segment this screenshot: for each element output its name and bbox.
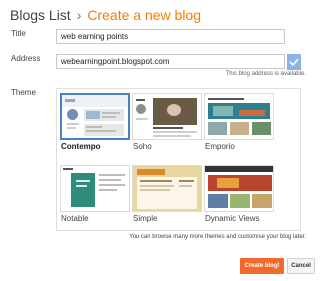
- breadcrumb-separator: ›: [76, 7, 82, 23]
- theme-thumbnail-contempo: [60, 93, 130, 140]
- theme-thumbnail-emporio: [204, 93, 274, 140]
- theme-name: Contempo: [61, 142, 101, 151]
- title-label: Title: [11, 29, 26, 38]
- create-blog-button[interactable]: Create blog!: [240, 258, 284, 274]
- theme-label: Theme: [11, 88, 36, 97]
- page-title: Create a new blog: [87, 7, 202, 23]
- theme-name: Dynamic Views: [205, 214, 260, 223]
- breadcrumb-blogs-list-link[interactable]: Blogs List: [10, 7, 71, 23]
- theme-name: Emporio: [205, 142, 235, 151]
- theme-option-dynamic-views[interactable]: Dynamic Views: [204, 165, 274, 227]
- breadcrumb: Blogs List › Create a new blog: [10, 5, 201, 25]
- address-input[interactable]: [56, 54, 285, 69]
- theme-thumbnail-simple: [132, 165, 202, 212]
- theme-option-simple[interactable]: Simple: [132, 165, 202, 227]
- theme-name: Simple: [133, 214, 158, 223]
- theme-thumbnail-notable: [60, 165, 130, 212]
- browse-more-themes-note: You can browse many more themes and cust…: [129, 234, 306, 240]
- title-input[interactable]: [56, 29, 285, 44]
- theme-option-emporio[interactable]: Emporio: [204, 93, 274, 155]
- address-check-button[interactable]: [287, 54, 301, 70]
- theme-picker: Contempo Soho Emporio Notable Simple Dyn…: [56, 88, 301, 231]
- theme-name: Soho: [133, 142, 152, 151]
- theme-thumbnail-dynamic-views: [204, 165, 274, 212]
- theme-option-contempo[interactable]: Contempo: [60, 93, 130, 155]
- theme-thumbnail-soho: [132, 93, 202, 140]
- theme-option-soho[interactable]: Soho: [132, 93, 202, 155]
- cancel-button[interactable]: Cancel: [287, 258, 315, 274]
- theme-name: Notable: [61, 214, 89, 223]
- theme-option-notable[interactable]: Notable: [60, 165, 130, 227]
- address-label: Address: [11, 54, 41, 63]
- check-icon: [289, 58, 299, 66]
- address-availability-hint: This blog address is available.: [225, 71, 306, 77]
